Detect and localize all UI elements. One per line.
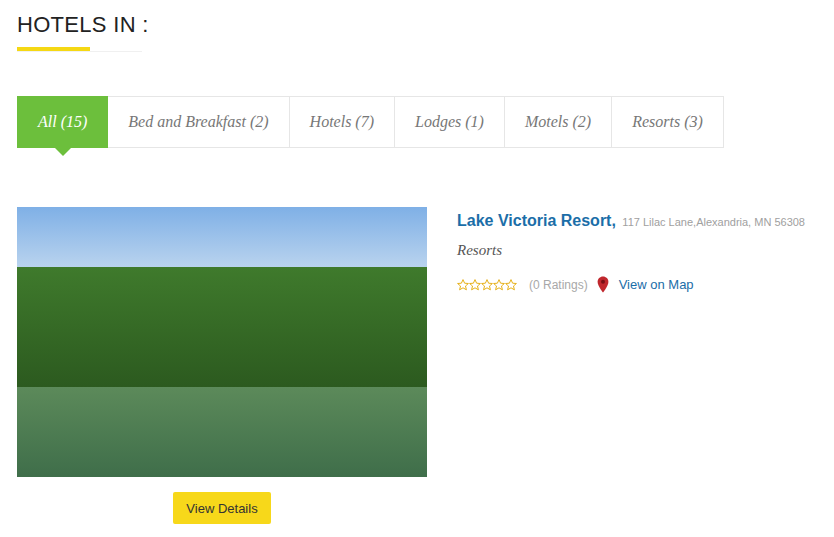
hotel-name[interactable]: Lake Victoria Resort, — [457, 212, 616, 229]
star-icon — [469, 279, 481, 291]
title-accent-bar — [17, 47, 90, 51]
map-pin-icon — [597, 276, 609, 293]
listing-info: Lake Victoria Resort, 117 Lilac Lane,Ale… — [457, 207, 817, 524]
hotel-address: 117 Lilac Lane,Alexandria, MN 56308 — [622, 216, 805, 228]
ratings-count: (0 Ratings) — [529, 278, 588, 292]
hotel-listing: View Details Lake Victoria Resort, 117 L… — [17, 207, 817, 524]
category-tab[interactable]: Motels (2) — [505, 96, 612, 148]
category-tab[interactable]: Lodges (1) — [395, 96, 505, 148]
view-on-map-link[interactable]: View on Map — [619, 277, 694, 292]
listing-media: View Details — [17, 207, 427, 524]
rating-row: (0 Ratings) View on Map — [457, 276, 811, 293]
category-tab[interactable]: Resorts (3) — [612, 96, 724, 148]
page-title: HOTELS IN : — [17, 12, 817, 38]
title-underline — [17, 47, 142, 52]
category-tab[interactable]: All (15) — [17, 96, 108, 148]
star-rating — [457, 279, 517, 291]
view-details-button[interactable]: View Details — [173, 492, 270, 524]
category-tab[interactable]: Hotels (7) — [290, 96, 395, 148]
star-icon — [457, 279, 469, 291]
star-icon — [505, 279, 517, 291]
hotels-page: HOTELS IN : All (15)Bed and Breakfast (2… — [0, 0, 834, 524]
hotel-photo[interactable] — [17, 207, 427, 477]
star-icon — [481, 279, 493, 291]
hotel-category: Resorts — [457, 242, 811, 259]
listing-heading: Lake Victoria Resort, 117 Lilac Lane,Ale… — [457, 210, 811, 233]
category-tab[interactable]: Bed and Breakfast (2) — [108, 96, 289, 148]
category-tabs: All (15)Bed and Breakfast (2)Hotels (7)L… — [17, 96, 817, 148]
star-icon — [493, 279, 505, 291]
